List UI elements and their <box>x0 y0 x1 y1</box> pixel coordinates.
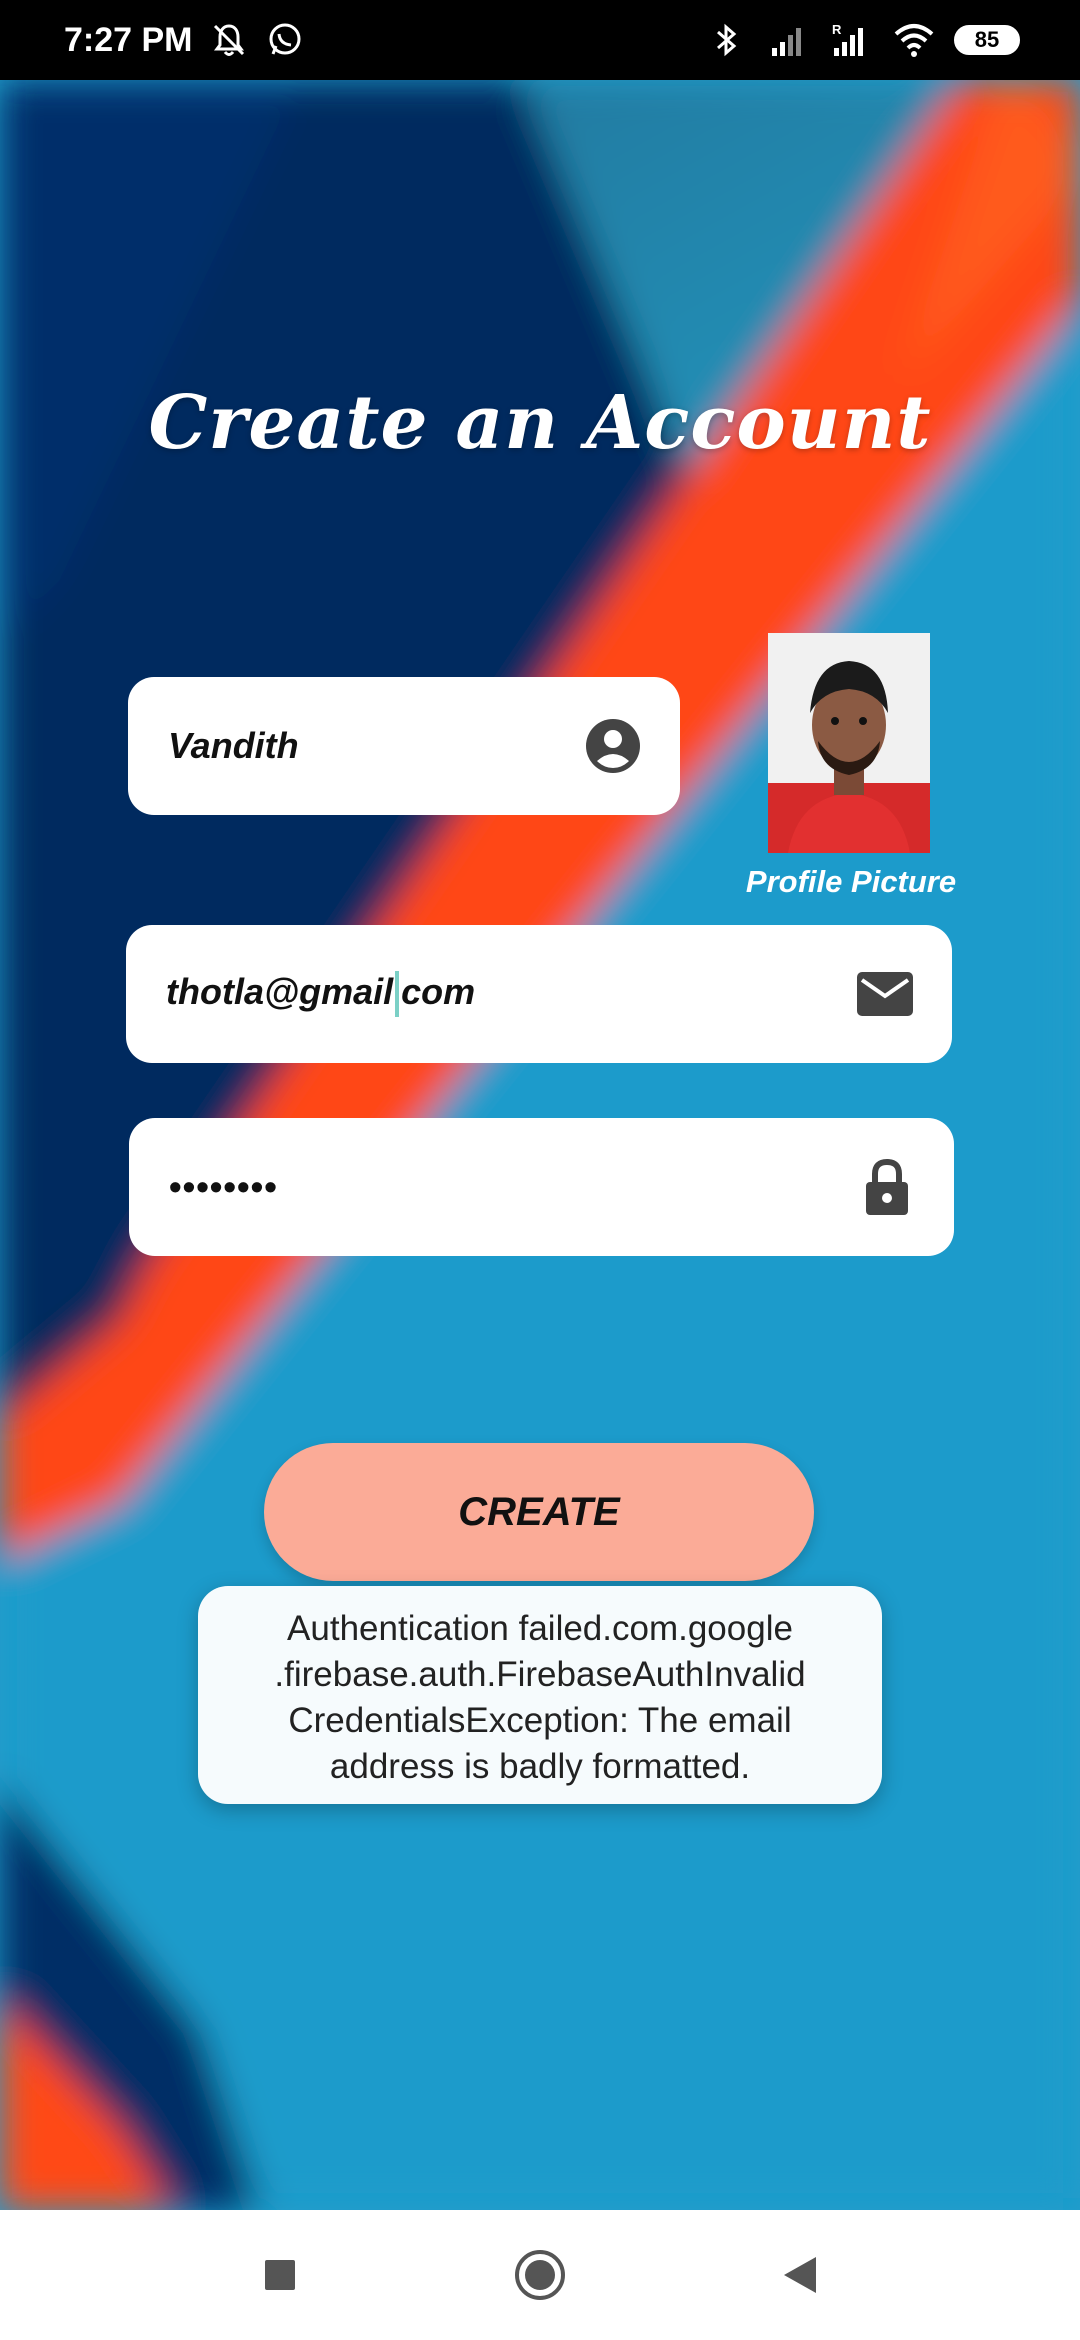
profile-photo-illustration <box>768 633 930 853</box>
navigation-bar <box>0 2210 1080 2340</box>
status-right: R 85 <box>706 20 1020 60</box>
toast-line: .firebase.auth.FirebaseAuthInvalid <box>274 1655 806 1694</box>
error-toast: Authentication failed.com.google .fireba… <box>198 1586 882 1804</box>
signal-icon <box>768 20 808 60</box>
text-caret <box>395 971 400 1018</box>
home-button[interactable] <box>510 2245 570 2305</box>
bell-off-icon <box>209 20 249 60</box>
whatsapp-icon <box>265 20 305 60</box>
status-bar: 7:27 PM R 85 <box>0 0 1080 80</box>
signal-roaming-icon: R <box>830 20 870 60</box>
profile-picture[interactable] <box>768 633 930 853</box>
square-icon <box>265 2260 295 2290</box>
name-field[interactable]: Vandith <box>128 677 680 815</box>
status-time: 7:27 PM <box>64 20 193 59</box>
back-button[interactable] <box>770 2245 830 2305</box>
svg-text:R: R <box>832 22 842 37</box>
email-value-after-caret: com <box>401 970 476 1012</box>
battery-indicator: 85 <box>954 25 1020 55</box>
account-circle-icon <box>582 715 644 777</box>
create-button[interactable]: CREATE <box>264 1443 814 1581</box>
email-value-before-caret: thotla@gmail <box>166 970 394 1012</box>
password-value: •••••••• <box>169 1166 278 1207</box>
status-left: 7:27 PM <box>64 20 305 60</box>
recents-button[interactable] <box>250 2245 310 2305</box>
back-triangle-icon <box>784 2257 816 2293</box>
email-value: thotla@gmail com <box>166 970 854 1018</box>
circle-icon <box>515 2250 565 2300</box>
name-value: Vandith <box>168 725 299 766</box>
toast-line: CredentialsException: The email <box>288 1701 792 1740</box>
bluetooth-icon <box>706 20 746 60</box>
email-field[interactable]: thotla@gmail com <box>126 925 952 1063</box>
password-field[interactable]: •••••••• <box>129 1118 954 1256</box>
toast-line: address is badly formatted. <box>329 1747 751 1786</box>
profile-picture-label: Profile Picture <box>745 864 957 899</box>
page-title: Create an Account <box>148 380 932 466</box>
wifi-icon <box>892 20 934 60</box>
lock-icon <box>856 1156 918 1218</box>
toast-line: Authentication failed.com.google <box>287 1609 793 1648</box>
email-icon <box>854 963 916 1025</box>
